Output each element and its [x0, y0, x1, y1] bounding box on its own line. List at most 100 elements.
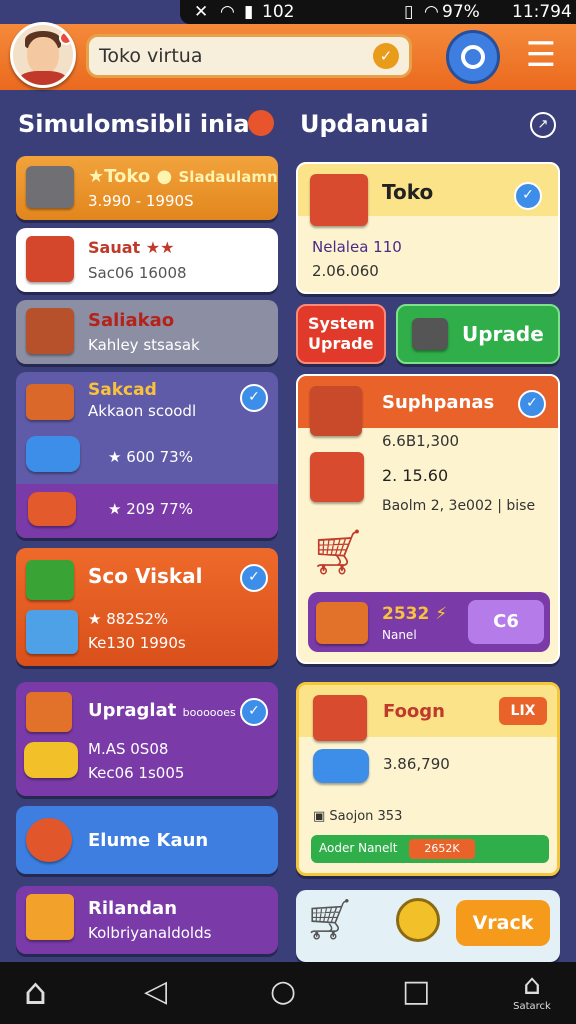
search-input[interactable] [97, 44, 361, 68]
card-value: Sac06 16008 [88, 264, 187, 282]
card-elume-kaun[interactable]: Elume Kaun [16, 806, 278, 874]
card-title: Toko [382, 180, 434, 204]
car-icon-2 [28, 492, 76, 526]
card-value: 3.990 - 1990S [88, 192, 194, 210]
avatar[interactable] [10, 22, 76, 88]
battery-text: 97% [442, 2, 480, 22]
upgrade-button[interactable]: Uprade [396, 304, 560, 364]
wifi-icon: ◠ [220, 2, 235, 22]
box-icon [26, 610, 78, 654]
card-title: Sakcad [88, 380, 157, 400]
shop-icon [310, 452, 364, 502]
system-upgrade-button[interactable]: System Uprade [296, 304, 386, 364]
card-title: Foogn [383, 701, 445, 722]
card-title: Sco Viskal [88, 564, 203, 588]
shop-box-icon [26, 166, 74, 208]
chest-icon [26, 894, 74, 940]
clock-icon [396, 898, 440, 942]
card-sub: Nelalea 110 [312, 238, 402, 256]
stat-2: Ke130 1990s [88, 634, 186, 652]
stat-1: ★ 882S2% [88, 610, 169, 628]
bottom-nav: ⌂ ◁ ○ □ ⌂ Satarck [0, 962, 576, 1024]
flame-icon [248, 110, 274, 136]
card-saliakao[interactable]: Saliakao Kahley stsasak [16, 300, 278, 364]
wifi-icon-2: ◠ [424, 2, 439, 22]
info-icon[interactable]: ↗ [530, 112, 556, 138]
card-sakcad[interactable]: Sakcad Akkaon scoodl ✓ ★ 600 73% ★ 209 7… [16, 372, 278, 538]
status-bar: ✕ ◠ ▮ 102 ▯ ◠ 97% 11:794 [180, 0, 576, 24]
bell-icon: ⌂ [523, 968, 541, 1001]
price-value: 2532 ⚡ [382, 604, 448, 624]
card-foogn[interactable]: Foogn LIX 3.86,790 ▣ Saojon 353 Aoder Na… [296, 682, 560, 876]
vrack-button[interactable]: Vrack [456, 900, 550, 946]
store-icon-small [316, 602, 368, 644]
price-sub: Nanel [382, 628, 417, 642]
card-sauat[interactable]: Sauat ★★ Sac06 16008 [16, 228, 278, 292]
card-title: Elume Kaun [88, 830, 209, 851]
check-icon[interactable]: ✓ [240, 564, 268, 592]
gift-icon [26, 560, 74, 600]
card-suphpanas[interactable]: Suphpanas ✓ 6.6B1,300 2. 15.60 Baolm 2, … [296, 374, 560, 664]
stat-2: Kec06 1s005 [88, 764, 185, 782]
battery-icon: ▯ [404, 2, 414, 22]
buy-button[interactable]: C6 [468, 600, 544, 644]
car-icon [313, 749, 369, 783]
card-title: ★Toko ● Sladaulamn [88, 166, 278, 187]
monitor-icon [412, 318, 448, 350]
check-icon[interactable]: ✓ [373, 43, 399, 69]
card-title: Upraglat boooooes [88, 700, 236, 721]
stat-2: ★ 209 77% [108, 500, 193, 518]
menu-button[interactable]: ☰ [516, 34, 566, 78]
card-toko-right[interactable]: Toko ✓ Nelalea 110 2.06.060 [296, 162, 560, 294]
recents-icon[interactable]: □ [402, 974, 430, 1009]
check-icon[interactable]: ✓ [518, 390, 546, 418]
card-sco-viskal[interactable]: Sco Viskal ✓ ★ 882S2% Ke130 1990s [16, 548, 278, 666]
chat-button[interactable] [446, 30, 500, 84]
check-icon[interactable]: ✓ [514, 182, 542, 210]
button-label: System Uprade [308, 314, 375, 353]
card-value: 3.86,790 [383, 755, 450, 773]
home-icon[interactable]: ⌂ [24, 972, 47, 1013]
progress-value: 2652K [409, 839, 475, 859]
card-sub: Kolbriyanaldolds [88, 924, 212, 942]
settings-label: Satarck [513, 1001, 551, 1012]
card-sub: Akkaon scoodl [88, 402, 197, 420]
settings-nav-item[interactable]: ⌂ Satarck [506, 968, 558, 1012]
right-section-title: Updanuai [300, 110, 429, 138]
card-title: Rilandan [88, 898, 178, 919]
card-title: Saliakao [88, 310, 175, 331]
back-icon[interactable]: ◁ [144, 974, 167, 1009]
stat-3: Baolm 2, 3e002 | bise [382, 498, 536, 514]
search-field[interactable]: ✓ [86, 34, 412, 78]
basket-icon [26, 236, 74, 282]
check-icon[interactable]: ✓ [240, 384, 268, 412]
card-title: Sauat ★★ [88, 238, 175, 257]
chat-icon [461, 45, 485, 69]
check-icon[interactable]: ✓ [240, 698, 268, 726]
car-icon-3 [24, 742, 78, 778]
mute-icon: ✕ [194, 2, 209, 22]
card-upraglat[interactable]: Upraglat boooooes ✓ M.AS 0S08 Kec06 1s00… [16, 682, 278, 796]
notification-dot [59, 31, 73, 45]
stat-1: ★ 600 73% [108, 448, 193, 466]
stat-2: 2. 15.60 [382, 466, 449, 485]
signal-icon: ▮ [244, 2, 254, 22]
card-vrack[interactable]: 🛒︎ Vrack [296, 890, 560, 962]
basket-icon [313, 695, 367, 741]
storefront-icon [310, 174, 368, 226]
cart-icon: 🛒︎ [310, 527, 366, 578]
card-value: Kahley stsasak [88, 336, 200, 354]
store-icon [26, 384, 74, 420]
flower-icon [26, 818, 72, 862]
stat-1: 6.6B1,300 [382, 432, 460, 450]
basket-icon-2 [26, 692, 72, 732]
hamburger-icon: ☰ [525, 35, 557, 75]
car-icon [26, 436, 80, 472]
card-rilandan[interactable]: Rilandan Kolbriyanaldolds [16, 886, 278, 954]
stat-1: M.AS 0S08 [88, 740, 169, 758]
card-toko[interactable]: ★Toko ● Sladaulamn 3.990 - 1990S [16, 156, 278, 220]
progress-label: Aoder Nanelt [319, 841, 398, 855]
level-badge: LIX [499, 697, 547, 725]
safe-icon [26, 308, 74, 354]
home-circle-icon[interactable]: ○ [270, 974, 296, 1009]
